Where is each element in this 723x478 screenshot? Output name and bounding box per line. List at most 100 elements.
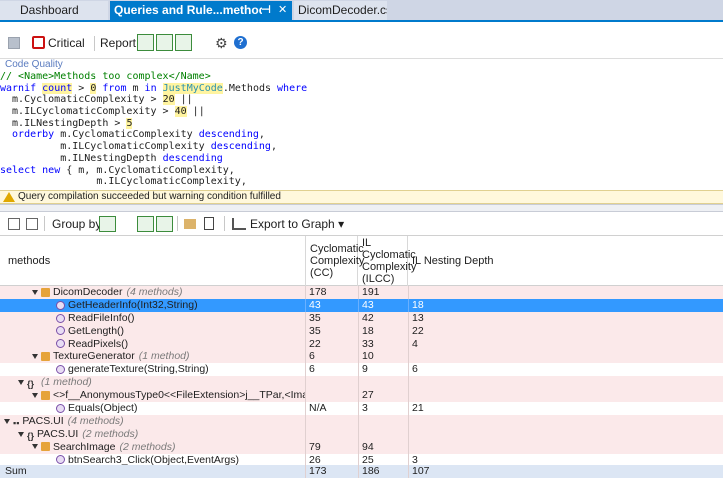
row-name: ReadPixels() bbox=[68, 337, 129, 350]
query-editor[interactable]: // <Name>Methods too complex</Name> warn… bbox=[0, 71, 723, 190]
code-token: m.ILCyclomaticComplexity > bbox=[0, 106, 175, 118]
expand-toggle-icon[interactable] bbox=[32, 354, 38, 360]
warning-message: Query compilation succeeded but warning … bbox=[18, 191, 281, 202]
code-token: m.CyclomaticComplexity bbox=[54, 129, 199, 141]
tab-queries-and-rules[interactable]: Queries and Rule...methods m ⊣ ✕ bbox=[110, 1, 292, 20]
assembly-icon: ▪▪ bbox=[13, 417, 20, 428]
cc-cell bbox=[305, 376, 358, 390]
column-header-cc[interactable]: Cyclomatic Complexity (CC) bbox=[306, 236, 364, 287]
row-count-note: (2 methods) bbox=[82, 427, 139, 440]
column-header-ilcc[interactable]: IL Cyclomatic Complexity (ILCC) bbox=[358, 236, 416, 287]
expand-toggle-icon[interactable] bbox=[32, 392, 38, 398]
save-icon[interactable] bbox=[8, 37, 20, 49]
ilcc-cell bbox=[358, 376, 408, 390]
row-name-cell: ReadPixels() bbox=[0, 338, 305, 351]
row-name: GetLength() bbox=[68, 324, 125, 337]
code-line: m.CyclomaticComplexity > 20 || bbox=[0, 94, 723, 106]
critical-checkbox-icon[interactable] bbox=[32, 36, 45, 49]
code-token: orderby bbox=[0, 129, 55, 141]
gear-icon[interactable]: ⚙ bbox=[215, 33, 228, 53]
row-name: Equals(Object) bbox=[68, 402, 138, 415]
code-token: count bbox=[42, 82, 73, 94]
cc-cell: 35 bbox=[305, 324, 358, 338]
ilnd-cell bbox=[408, 376, 723, 390]
tab-accent-line bbox=[0, 20, 723, 22]
tab-label: DicomDecoder.cs bbox=[298, 3, 387, 17]
cc-cell: 6 bbox=[305, 350, 358, 364]
method-icon bbox=[56, 403, 65, 413]
code-token: m.ILNestingDepth > bbox=[0, 117, 127, 129]
help-icon[interactable]: ? bbox=[234, 36, 247, 49]
method-icon bbox=[56, 326, 65, 336]
close-icon[interactable]: ✕ bbox=[278, 1, 287, 20]
row-name-cell: Equals(Object) bbox=[0, 402, 305, 415]
tab-dashboard[interactable]: Dashboard bbox=[0, 1, 108, 20]
code-token: in bbox=[144, 82, 157, 94]
row-name: ReadFileInfo() bbox=[68, 311, 135, 324]
table-row[interactable]: ReadFileInfo() 35 42 13 bbox=[0, 311, 723, 325]
folder-icon[interactable] bbox=[184, 219, 196, 229]
table-row[interactable]: ReadPixels() 22 33 4 bbox=[0, 337, 723, 351]
export-to-graph-button[interactable]: Export to Graph ▾ bbox=[250, 217, 344, 231]
ilnd-cell bbox=[408, 286, 723, 299]
table-row[interactable]: GetLength() 35 18 22 bbox=[0, 324, 723, 338]
table-row[interactable]: GetHeaderInfo(Int32,String) 43 43 18 bbox=[0, 298, 723, 312]
results-table-body: DicomDecoder (4 methods) 178 191 GetHeaderIn… bbox=[0, 286, 723, 467]
code-token: , bbox=[258, 129, 265, 141]
table-row[interactable]: SearchImage (2 methods) 79 94 bbox=[0, 440, 723, 454]
row-name: SearchImage bbox=[53, 440, 116, 453]
table-row[interactable]: Equals(Object) N/A 3 21 bbox=[0, 402, 723, 415]
section-header: Code Quality bbox=[0, 58, 723, 72]
expand-toggle-icon[interactable] bbox=[4, 418, 10, 424]
code-comment: // <Name>Methods too complex</Name> bbox=[0, 71, 211, 82]
group-by-namespace-button[interactable] bbox=[118, 216, 135, 232]
tab-dicomdecoder[interactable]: DicomDecoder.cs bbox=[294, 1, 387, 20]
graph-icon[interactable] bbox=[232, 218, 246, 230]
ilcc-cell: 33 bbox=[358, 337, 408, 351]
code-token: JustMyCode bbox=[162, 82, 223, 94]
table-row[interactable]: <>f__AnonymousType0<<FileExtension>j__TP… bbox=[0, 389, 723, 403]
report-list-button[interactable] bbox=[156, 34, 173, 51]
expand-toggle-icon[interactable] bbox=[32, 444, 38, 450]
expand-toggle-icon[interactable] bbox=[32, 289, 38, 295]
row-name-cell: {} PACS.UI (2 methods) bbox=[0, 428, 305, 441]
table-row[interactable]: generateTexture(String,String) 6 9 6 bbox=[0, 363, 723, 377]
group-by-assembly-button[interactable] bbox=[99, 216, 116, 232]
ilnd-cell bbox=[408, 414, 723, 428]
code-line: m.ILNestingDepth descending bbox=[0, 153, 723, 165]
sum-ilcc: 186 bbox=[358, 465, 408, 478]
method-icon bbox=[56, 365, 65, 375]
code-token: warnif bbox=[0, 82, 43, 94]
row-name-cell: TextureGenerator (1 method) bbox=[0, 350, 305, 363]
expand-toggle-icon[interactable] bbox=[18, 431, 24, 437]
expand-toggle-icon[interactable] bbox=[18, 379, 24, 385]
table-row[interactable]: DicomDecoder (4 methods) 178 191 bbox=[0, 286, 723, 299]
table-row[interactable]: ▪▪ PACS.UI (4 methods) bbox=[0, 414, 723, 428]
namespace-icon: {} bbox=[27, 378, 35, 389]
ilcc-cell: 43 bbox=[358, 298, 408, 312]
row-count-note: (2 methods) bbox=[119, 440, 176, 453]
tab-label: Dashboard bbox=[20, 3, 79, 17]
critical-label[interactable]: Critical bbox=[48, 33, 85, 53]
ilnd-cell: 21 bbox=[408, 402, 723, 415]
row-name-cell: GetHeaderInfo(Int32,String) bbox=[0, 299, 305, 312]
collapse-all-icon[interactable] bbox=[26, 218, 38, 230]
group-by-member-button[interactable] bbox=[156, 216, 173, 232]
pane-splitter[interactable] bbox=[0, 204, 723, 212]
document-icon[interactable] bbox=[204, 217, 214, 230]
report-export-button[interactable] bbox=[175, 34, 192, 51]
column-header-label: IL Nesting Depth bbox=[412, 255, 494, 267]
code-token: m bbox=[126, 82, 145, 94]
table-row[interactable]: {} (1 method) bbox=[0, 376, 723, 390]
column-header-ilnd[interactable]: IL Nesting Depth bbox=[408, 236, 723, 287]
table-row[interactable]: {} PACS.UI (2 methods) bbox=[0, 427, 723, 441]
code-token: { m, m.CyclomaticComplexity, bbox=[60, 164, 235, 176]
column-header-methods[interactable]: methods bbox=[0, 236, 306, 287]
pin-icon[interactable]: ⊣ bbox=[261, 1, 271, 20]
code-line: m.ILCyclomaticComplexity > 40 || bbox=[0, 106, 723, 118]
row-name: GetHeaderInfo(Int32,String) bbox=[68, 298, 198, 311]
group-by-type-button[interactable] bbox=[137, 216, 154, 232]
expand-all-icon[interactable] bbox=[8, 218, 20, 230]
report-chart-button[interactable] bbox=[137, 34, 154, 51]
table-row[interactable]: TextureGenerator (1 method) 6 10 bbox=[0, 350, 723, 364]
